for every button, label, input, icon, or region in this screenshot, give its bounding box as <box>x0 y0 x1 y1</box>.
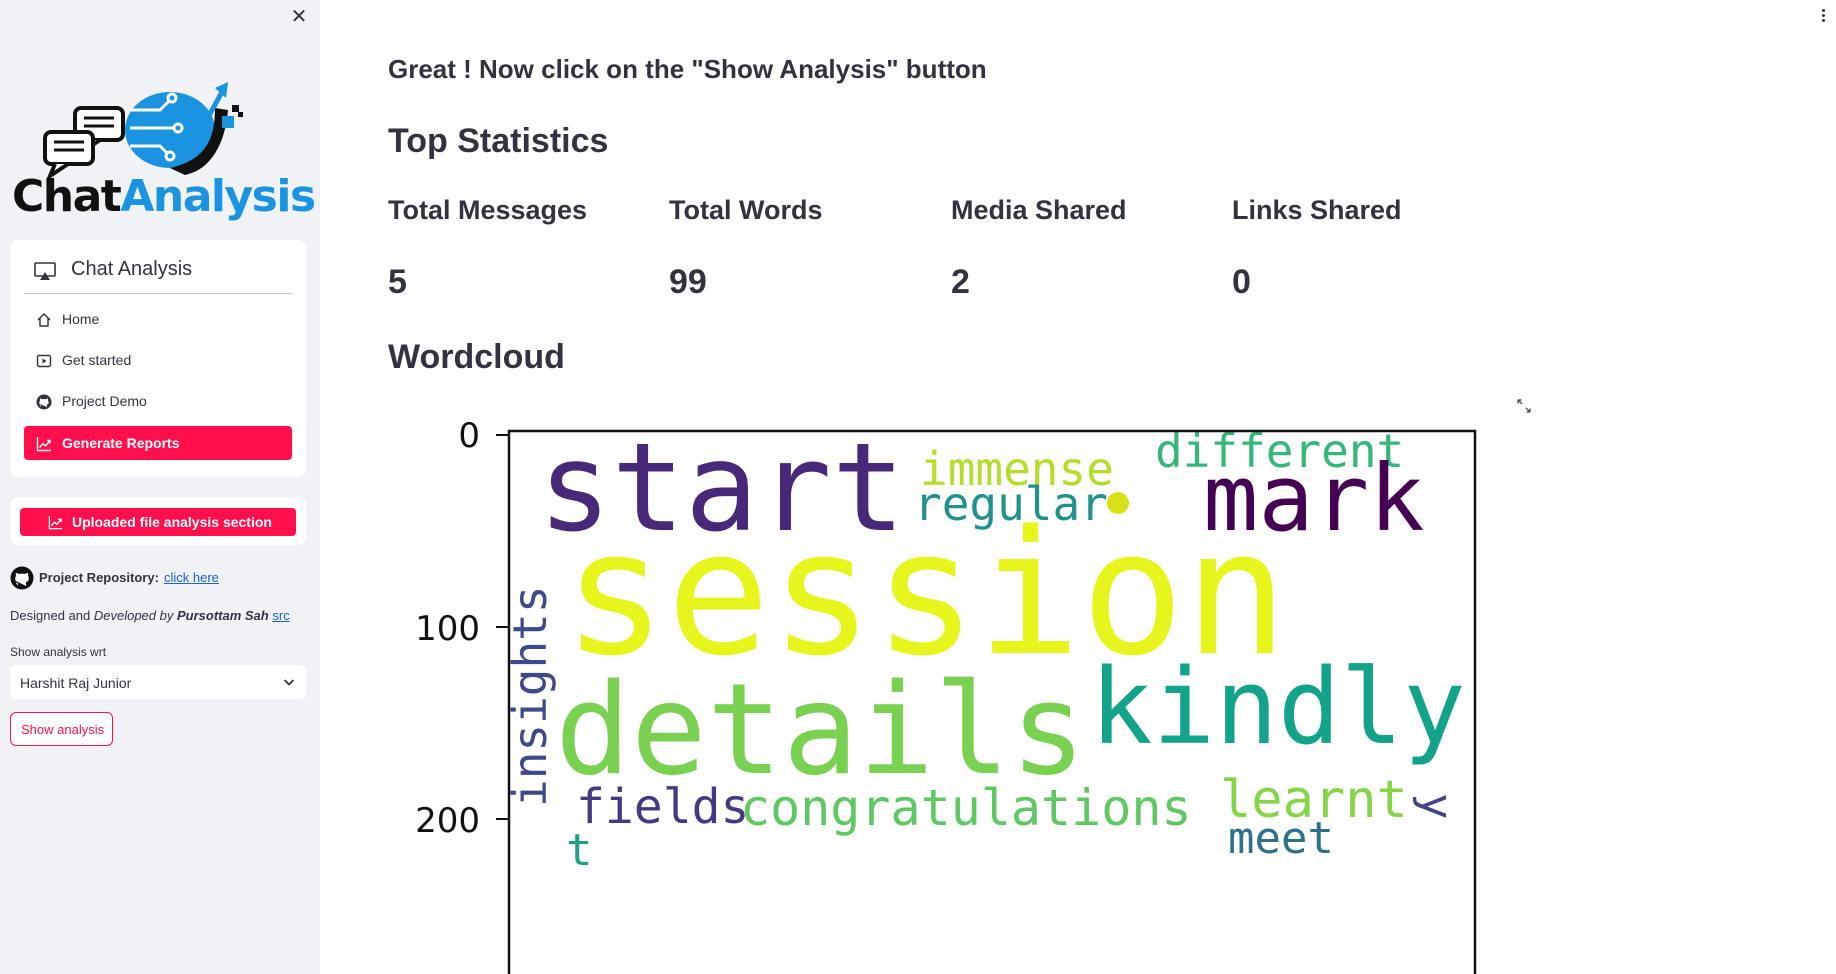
instruction-text: Great ! Now click on the "Show Analysis"… <box>388 54 987 84</box>
graph-up-icon <box>48 515 63 530</box>
wordcloud-word: congratulations <box>740 779 1192 837</box>
github-icon <box>10 566 34 590</box>
graph-up-icon <box>36 437 51 452</box>
menu-title: Chat Analysis <box>71 258 193 280</box>
stat-label-links-shared: Links Shared <box>1232 195 1402 225</box>
menu-item-home[interactable]: Home <box>24 302 292 336</box>
menu-item-label: Home <box>62 311 100 327</box>
top-statistics-heading: Top Statistics <box>388 122 609 160</box>
project-repository-row: Project Repository: click here <box>10 565 310 591</box>
credit-author: Pursottam Sah <box>176 608 269 623</box>
close-sidebar-icon[interactable]: ✕ <box>288 6 310 28</box>
user-select-value: Harshit Raj Junior <box>20 675 132 691</box>
cast-icon <box>34 262 56 280</box>
wordcloud-word: meet <box>1228 813 1334 864</box>
wordcloud-figure: 0 100 200 start immense different mark r… <box>415 416 1477 974</box>
logo-text: ChatAnalysis <box>12 170 316 224</box>
uploaded-file-analysis-button[interactable]: Uploaded file analysis section <box>20 508 296 536</box>
select-label: Show analysis wrt <box>10 645 107 659</box>
stat-value-total-messages: 5 <box>388 263 407 301</box>
project-repository-link[interactable]: click here <box>164 570 219 585</box>
chevron-down-icon <box>283 679 295 686</box>
credit-designed: Designed and <box>10 608 91 623</box>
wordcloud-word: fields <box>576 779 749 835</box>
wordcloud-heading: Wordcloud <box>388 338 565 376</box>
menu-title-row: Chat Analysis <box>24 254 292 294</box>
show-analysis-label: Show analysis <box>21 722 105 737</box>
menu-item-get-started[interactable]: Get started <box>24 343 292 377</box>
y-tick-label: 200 <box>415 801 480 841</box>
wordcloud-word: y <box>1411 793 1462 820</box>
stat-label-media-shared: Media Shared <box>951 195 1127 225</box>
y-tick-label: 0 <box>458 416 480 456</box>
logo-text-chat: Chat <box>12 171 122 222</box>
stat-value-total-words: 99 <box>669 263 707 301</box>
logo-text-analysis: Analysis <box>120 171 316 222</box>
stat-label-total-messages: Total Messages <box>388 195 588 225</box>
github-icon <box>36 394 52 410</box>
menu-item-label: Get started <box>62 352 132 368</box>
menu-item-project-demo[interactable]: Project Demo <box>24 384 292 418</box>
chat-analysis-logo-icon <box>43 82 243 182</box>
wordcloud-word: t <box>566 825 593 876</box>
stat-value-media-shared: 2 <box>951 263 970 301</box>
wordcloud-word: insights <box>503 585 557 807</box>
house-icon <box>37 313 51 327</box>
uploaded-file-analysis-label: Uploaded file analysis section <box>72 514 272 530</box>
main-menu-icon[interactable] <box>1818 8 1828 26</box>
credit-text: Designed and Developed by Pursottam Sah … <box>10 608 290 623</box>
menu-item-label: Project Demo <box>62 393 147 409</box>
wordcloud-word: kindly <box>1090 646 1466 768</box>
project-repository-label: Project Repository: <box>39 570 159 585</box>
menu-item-label: Generate Reports <box>62 435 180 451</box>
credit-developed: Developed by <box>93 608 174 623</box>
stat-value-links-shared: 0 <box>1232 263 1251 301</box>
sidebar: ✕ ChatAnalysis Chat Analysis Home Get st… <box>0 0 320 974</box>
stat-label-total-words: Total Words <box>669 195 823 225</box>
menu-item-generate-reports[interactable]: Generate Reports <box>24 426 292 460</box>
y-tick-label: 100 <box>415 609 480 649</box>
user-select[interactable]: Harshit Raj Junior <box>10 665 306 699</box>
fullscreen-expand-icon[interactable] <box>1516 398 1532 414</box>
credit-src-link[interactable]: src <box>272 608 289 623</box>
play-square-icon <box>36 354 52 368</box>
main-content: Great ! Now click on the "Show Analysis"… <box>320 0 1836 974</box>
show-analysis-button[interactable]: Show analysis <box>10 712 113 746</box>
